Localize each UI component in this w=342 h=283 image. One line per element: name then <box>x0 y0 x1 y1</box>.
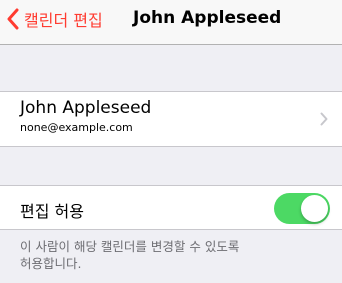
contact-email: none@example.com <box>20 121 133 134</box>
allow-edit-label: 편집 허용 <box>20 202 84 221</box>
description-line: 허용합니다. <box>20 256 82 271</box>
page-title: John Appleseed <box>133 8 282 28</box>
screen: 캘린더 편집 John Appleseed John Appleseed non… <box>0 0 342 283</box>
navigation-bar: 캘린더 편집 John Appleseed <box>0 0 342 45</box>
chevron-right-icon <box>320 112 328 126</box>
allow-edit-description: 이 사람이 해당 캘린더를 변경할 수 있도록 허용합니다. <box>20 238 320 272</box>
toggle-knob <box>301 195 328 222</box>
chevron-left-icon <box>7 8 19 30</box>
contact-row[interactable]: John Appleseed none@example.com <box>0 91 342 147</box>
back-button[interactable]: 캘린더 편집 <box>6 6 103 32</box>
allow-edit-toggle[interactable] <box>274 193 330 224</box>
allow-edit-row: 편집 허용 <box>0 185 342 230</box>
description-line: 이 사람이 해당 캘린더를 변경할 수 있도록 <box>20 239 240 254</box>
back-button-label: 캘린더 편집 <box>24 11 103 30</box>
contact-name: John Appleseed <box>20 98 152 118</box>
